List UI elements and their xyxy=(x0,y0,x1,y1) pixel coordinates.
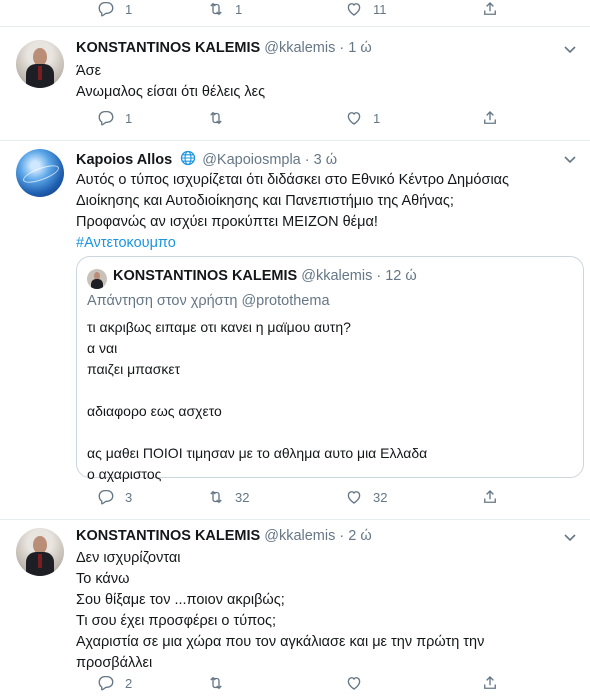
handle: @kkalemis xyxy=(301,268,373,284)
tweet[interactable]: Kapoios Allos @Kapoiosmpla · 3 ώ Αυτός ο… xyxy=(0,141,590,520)
retweet-count: 1 xyxy=(235,1,243,17)
reply-button[interactable]: 3 xyxy=(97,488,132,506)
timestamp[interactable]: · 2 ώ xyxy=(339,528,371,544)
avatar[interactable] xyxy=(16,149,64,197)
tweet-header: KONSTANTINOS KALEMIS @kkalemis · 1 ώ xyxy=(76,40,372,56)
quoted-header: KONSTANTINOS KALEMIS @kkalemis · 12 ώ xyxy=(113,268,417,284)
hashtag-link[interactable]: #Αντετοκουμπο xyxy=(76,233,509,254)
reply-icon xyxy=(98,489,114,505)
like-count: 1 xyxy=(373,110,381,126)
reply-button[interactable]: 1 xyxy=(97,0,132,18)
chevron-down-icon[interactable] xyxy=(564,153,576,167)
tweet-top-partial: 1 1 11 xyxy=(0,0,590,27)
share-button[interactable] xyxy=(481,488,499,506)
like-count: 32 xyxy=(373,489,388,505)
like-button[interactable]: 1 xyxy=(345,109,380,127)
quoted-tweet[interactable]: KONSTANTINOS KALEMIS @kkalemis · 12 ώ Απ… xyxy=(76,256,584,482)
tweet-line: Το κάνω xyxy=(76,571,130,587)
quoted-line xyxy=(87,422,427,443)
avatar[interactable] xyxy=(16,40,64,88)
quoted-line: ας μαθει ΠΟΙΟΙ τιμησαν με το αθλημα αυτο… xyxy=(87,445,428,461)
like-count: 11 xyxy=(373,1,387,17)
tweet-line: Άσε xyxy=(76,63,102,79)
retweet-icon xyxy=(210,676,222,690)
chevron-down-icon[interactable] xyxy=(564,531,576,545)
globe-icon xyxy=(180,150,196,170)
quoted-line: αδιαφορο εως ασχετο xyxy=(87,403,222,419)
display-name[interactable]: KONSTANTINOS KALEMIS xyxy=(76,528,260,544)
heart-icon xyxy=(347,677,361,690)
handle[interactable]: @kkalemis xyxy=(264,40,335,56)
share-icon xyxy=(484,111,496,124)
retweet-count: 32 xyxy=(235,489,250,505)
reply-button[interactable]: 2 xyxy=(97,674,132,692)
retweet-button[interactable]: 1 xyxy=(207,0,242,18)
share-icon xyxy=(484,676,496,689)
timestamp: · 12 ώ xyxy=(376,268,417,284)
handle[interactable]: @Kapoiosmpla xyxy=(202,152,301,168)
tweet-line: Σου θίξαμε τον ...ποιον ακριβώς; xyxy=(76,592,285,608)
avatar xyxy=(87,269,107,289)
avatar[interactable] xyxy=(16,528,64,576)
retweet-icon xyxy=(210,490,222,504)
tweet-line: Αχαριστία σε μια χώρα που τον αγκάλιασε … xyxy=(76,634,485,650)
reply-icon xyxy=(98,110,114,126)
reply-context: Απάντηση στον χρήστη @protothema xyxy=(87,293,330,309)
retweet-button[interactable] xyxy=(207,674,225,692)
heart-icon xyxy=(347,3,361,16)
retweet-icon xyxy=(210,2,222,16)
reply-icon xyxy=(98,675,114,691)
heart-icon xyxy=(347,112,361,125)
quoted-line xyxy=(87,380,427,401)
tweet-actions: 2 xyxy=(97,674,537,696)
display-name[interactable]: Kapoios Allos xyxy=(76,152,172,168)
quoted-line: παιζει μπασκετ xyxy=(87,361,181,377)
like-button[interactable] xyxy=(345,674,363,692)
reply-button[interactable]: 1 xyxy=(97,109,132,127)
tweet-line: Ανωμαλος είσαι ότι θέλεις λες xyxy=(76,84,266,100)
share-button[interactable] xyxy=(481,109,499,127)
reply-count: 3 xyxy=(125,489,133,505)
tweet-line: Δεν ισχυρίζονται xyxy=(76,550,181,566)
share-icon xyxy=(484,490,496,503)
handle[interactable]: @kkalemis xyxy=(264,528,335,544)
tweet-text: Αυτός ο τύπος ισχυρίζεται ότι διδάσκει σ… xyxy=(76,170,509,254)
quoted-line: τι ακριβως ειπαμε οτι κανει η μαϊμου αυτ… xyxy=(87,319,351,335)
tweet-line: προσβάλλει xyxy=(76,655,153,671)
tweet-actions: 3 32 32 xyxy=(97,488,537,510)
share-button[interactable] xyxy=(481,0,499,18)
retweet-icon xyxy=(210,111,222,125)
display-name: KONSTANTINOS KALEMIS xyxy=(113,268,298,284)
reply-count: 1 xyxy=(125,110,133,126)
tweet-header: KONSTANTINOS KALEMIS @kkalemis · 2 ώ xyxy=(76,528,372,544)
like-button[interactable]: 11 xyxy=(345,0,387,18)
tweet-line: Αυτός ο τύπος ισχυρίζεται ότι διδάσκει σ… xyxy=(76,172,510,188)
tweet-text: Άσε Ανωμαλος είσαι ότι θέλεις λες xyxy=(76,61,265,103)
tweet-header: Kapoios Allos @Kapoiosmpla · 3 ώ xyxy=(76,150,337,170)
quoted-text: τι ακριβως ειπαμε οτι κανει η μαϊμου αυτ… xyxy=(87,317,427,485)
timestamp[interactable]: · 1 ώ xyxy=(339,40,371,56)
timestamp[interactable]: · 3 ώ xyxy=(305,152,337,168)
retweet-button[interactable] xyxy=(207,109,225,127)
heart-icon xyxy=(347,491,361,504)
tweet-line: Προφανώς αν ισχύει προκύπτει ΜΕΙΖΟΝ θέμα… xyxy=(76,214,378,230)
reply-count: 1 xyxy=(125,1,133,17)
share-icon xyxy=(484,2,496,15)
reply-icon xyxy=(98,1,114,17)
quoted-line: ο αχαριστος xyxy=(87,466,162,482)
retweet-button[interactable]: 32 xyxy=(207,488,249,506)
reply-count: 2 xyxy=(125,675,133,691)
tweet-actions: 1 1 xyxy=(97,109,537,131)
tweet-line: Διοίκησης και Αυτοδιοίκησης και Πανεπιστ… xyxy=(76,193,454,209)
tweet-actions: 1 1 11 xyxy=(97,0,537,22)
tweet-text: Δεν ισχυρίζονται Το κάνω Σου θίξαμε τον … xyxy=(76,548,484,674)
quoted-line: α ναι xyxy=(87,340,118,356)
chevron-down-icon[interactable] xyxy=(564,43,576,57)
tweet[interactable]: KONSTANTINOS KALEMIS @kkalemis · 1 ώ Άσε… xyxy=(0,27,590,141)
tweet-line: Τι σου έχει προσφέρει ο τύπος; xyxy=(76,613,277,629)
tweet[interactable]: KONSTANTINOS KALEMIS @kkalemis · 2 ώ Δεν… xyxy=(0,520,590,700)
display-name[interactable]: KONSTANTINOS KALEMIS xyxy=(76,40,260,56)
like-button[interactable]: 32 xyxy=(345,488,387,506)
share-button[interactable] xyxy=(481,674,499,692)
